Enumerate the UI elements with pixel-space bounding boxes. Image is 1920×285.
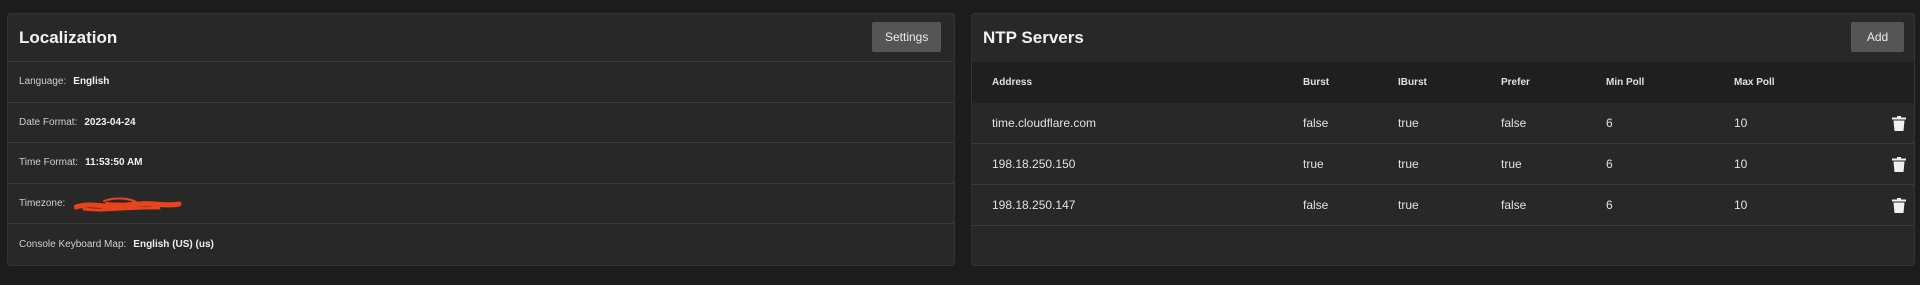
column-burst: Burst: [1303, 62, 1398, 103]
keyboard-map-row: Console Keyboard Map: English (US) (us): [8, 224, 954, 265]
trash-icon[interactable]: [1892, 115, 1906, 131]
min-poll-cell: 6: [1606, 103, 1734, 144]
ntp-header: NTP Servers Add: [972, 14, 1914, 62]
add-ntp-server-button[interactable]: Add: [1851, 22, 1904, 52]
address-cell: time.cloudflare.com: [972, 103, 1303, 144]
iburst-cell: true: [1398, 103, 1501, 144]
time-format-label: Time Format:: [19, 157, 79, 169]
min-poll-cell: 6: [1606, 143, 1734, 185]
burst-cell: false: [1303, 103, 1398, 144]
max-poll-cell: 10: [1734, 184, 1854, 226]
column-address: Address: [972, 62, 1303, 103]
burst-cell: true: [1303, 143, 1398, 185]
actions-cell: [1854, 103, 1914, 144]
ntp-table: Address Burst IBurst Prefer Min Poll Max…: [972, 62, 1914, 226]
trash-icon[interactable]: [1892, 156, 1906, 172]
column-prefer: Prefer: [1501, 62, 1606, 103]
localization-card: Localization Settings Language: English …: [7, 13, 955, 266]
iburst-cell: true: [1398, 184, 1501, 226]
trash-icon[interactable]: [1892, 197, 1906, 213]
ntp-title: NTP Servers: [983, 28, 1084, 47]
max-poll-cell: 10: [1734, 143, 1854, 185]
settings-button[interactable]: Settings: [872, 22, 941, 52]
column-iburst: IBurst: [1398, 62, 1501, 103]
keyboard-map-value: English (US) (us): [133, 238, 214, 250]
column-actions: [1854, 62, 1914, 103]
language-label: Language:: [19, 76, 67, 88]
language-row: Language: English: [8, 62, 954, 103]
burst-cell: false: [1303, 184, 1398, 226]
prefer-cell: true: [1501, 143, 1606, 185]
column-max-poll: Max Poll: [1734, 62, 1854, 103]
date-format-value: 2023-04-24: [84, 116, 136, 128]
actions-cell: [1854, 184, 1914, 226]
column-min-poll: Min Poll: [1606, 62, 1734, 103]
table-row: 198.18.250.150 true true true 6 10: [972, 143, 1914, 185]
ntp-servers-card: NTP Servers Add Address Burst IBurst Pre…: [971, 13, 1915, 266]
timezone-label: Timezone:: [19, 197, 66, 209]
timezone-row: Timezone:: [8, 184, 954, 224]
address-cell: 198.18.250.150: [972, 143, 1303, 185]
redaction-scribble: [74, 197, 182, 211]
ntp-table-header: Address Burst IBurst Prefer Min Poll Max…: [972, 62, 1914, 103]
time-format-value: 11:53:50 AM: [85, 157, 143, 169]
prefer-cell: false: [1501, 184, 1606, 226]
localization-header: Localization Settings: [8, 14, 954, 62]
localization-title: Localization: [19, 28, 118, 47]
time-format-row: Time Format: 11:53:50 AM: [8, 143, 954, 184]
table-row: 198.18.250.147 false true false 6 10: [972, 184, 1914, 226]
actions-cell: [1854, 143, 1914, 185]
date-format-label: Date Format:: [19, 116, 78, 128]
min-poll-cell: 6: [1606, 184, 1734, 226]
prefer-cell: false: [1501, 103, 1606, 144]
iburst-cell: true: [1398, 143, 1501, 185]
table-row: time.cloudflare.com false true false 6 1…: [972, 103, 1914, 144]
keyboard-map-label: Console Keyboard Map:: [19, 238, 127, 250]
date-format-row: Date Format: 2023-04-24: [8, 103, 954, 143]
address-cell: 198.18.250.147: [972, 184, 1303, 226]
language-value: English: [73, 76, 110, 88]
max-poll-cell: 10: [1734, 103, 1854, 144]
